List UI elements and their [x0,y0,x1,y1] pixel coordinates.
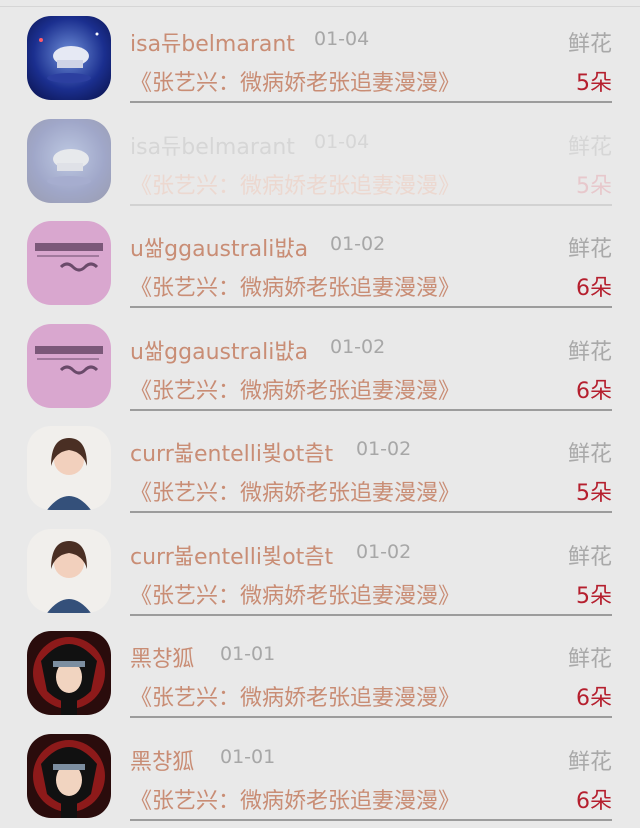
user-name[interactable]: 黑챵狐 [130,744,194,776]
row-divider [130,101,612,103]
pink-text-avatar[interactable] [27,324,111,408]
gift-count: 6朵 [576,270,612,302]
gift-type-label: 鲜花 [568,334,612,366]
list-item[interactable]: u쌂ggaustrali뱞a 01-02 鲜花 《张艺兴：微病娇老张追妻漫漫》 … [0,316,640,419]
gift-count: 5朵 [576,65,612,97]
gift-type-label: 鲜花 [568,129,612,161]
book-title[interactable]: 《张艺兴：微病娇老张追妻漫漫》 [130,270,510,302]
row-divider [130,614,612,616]
night-sky-avatar[interactable] [27,119,111,203]
girl-portrait-avatar[interactable] [27,426,111,510]
gift-count: 6朵 [576,783,612,815]
row-divider [130,409,612,411]
night-sky-avatar[interactable] [27,16,111,100]
gift-date: 01-02 [330,336,385,358]
gift-record-list: isa듀belmarant 01-04 鲜花 《张艺兴：微病娇老张追妻漫漫》 5… [0,8,640,828]
list-item[interactable]: isa듀belmarant 01-04 鲜花 《张艺兴：微病娇老张追妻漫漫》 5… [0,8,640,111]
user-name[interactable]: u쌂ggaustrali뱞a [130,334,308,366]
user-name[interactable]: curr볿entelli뵟ot츰t [130,436,333,468]
gift-count: 6朵 [576,373,612,405]
user-name[interactable]: curr볿entelli뵟ot츰t [130,539,333,571]
list-item[interactable]: 黑챵狐 01-01 鲜花 《张艺兴：微病娇老张追妻漫漫》 6朵 [0,726,640,828]
row-divider [130,204,612,206]
book-title[interactable]: 《张艺兴：微病娇老张追妻漫漫》 [130,373,510,405]
book-title[interactable]: 《张艺兴：微病娇老张追妻漫漫》 [130,578,510,610]
list-item[interactable]: u쌂ggaustrali뱞a 01-02 鲜花 《张艺兴：微病娇老张追妻漫漫》 … [0,213,640,316]
gift-date: 01-04 [314,131,369,153]
list-item[interactable]: isa듀belmarant 01-04 鲜花 《张艺兴：微病娇老张追妻漫漫》 5… [0,111,640,214]
anime-ninja-avatar[interactable] [27,631,111,715]
gift-date: 01-01 [220,643,275,665]
gift-date: 01-02 [356,438,411,460]
book-title[interactable]: 《张艺兴：微病娇老张追妻漫漫》 [130,475,510,507]
gift-count: 6朵 [576,680,612,712]
gift-type-label: 鲜花 [568,231,612,263]
gift-date: 01-02 [330,233,385,255]
user-name[interactable]: isa듀belmarant [130,26,295,58]
row-divider [130,511,612,513]
list-item[interactable]: 黑챵狐 01-01 鲜花 《张艺兴：微病娇老张追妻漫漫》 6朵 [0,623,640,726]
list-item[interactable]: curr볿entelli뵟ot츰t 01-02 鲜花 《张艺兴：微病娇老张追妻漫… [0,521,640,624]
list-item[interactable]: curr볿entelli뵟ot츰t 01-02 鲜花 《张艺兴：微病娇老张追妻漫… [0,418,640,521]
row-divider [130,306,612,308]
user-name[interactable]: 黑챵狐 [130,641,194,673]
user-name[interactable]: u쌂ggaustrali뱞a [130,231,308,263]
book-title[interactable]: 《张艺兴：微病娇老张追妻漫漫》 [130,168,510,200]
girl-portrait-avatar[interactable] [27,529,111,613]
gift-date: 01-01 [220,746,275,768]
pink-text-avatar[interactable] [27,221,111,305]
gift-count: 5朵 [576,168,612,200]
gift-type-label: 鲜花 [568,26,612,58]
gift-date: 01-04 [314,28,369,50]
gift-type-label: 鲜花 [568,436,612,468]
user-name[interactable]: isa듀belmarant [130,129,295,161]
row-divider [130,716,612,718]
top-divider [0,6,640,7]
gift-type-label: 鲜花 [568,539,612,571]
book-title[interactable]: 《张艺兴：微病娇老张追妻漫漫》 [130,680,510,712]
anime-ninja-avatar[interactable] [27,734,111,818]
book-title[interactable]: 《张艺兴：微病娇老张追妻漫漫》 [130,65,510,97]
gift-date: 01-02 [356,541,411,563]
book-title[interactable]: 《张艺兴：微病娇老张追妻漫漫》 [130,783,510,815]
gift-count: 5朵 [576,475,612,507]
gift-count: 5朵 [576,578,612,610]
gift-type-label: 鲜花 [568,641,612,673]
gift-type-label: 鲜花 [568,744,612,776]
